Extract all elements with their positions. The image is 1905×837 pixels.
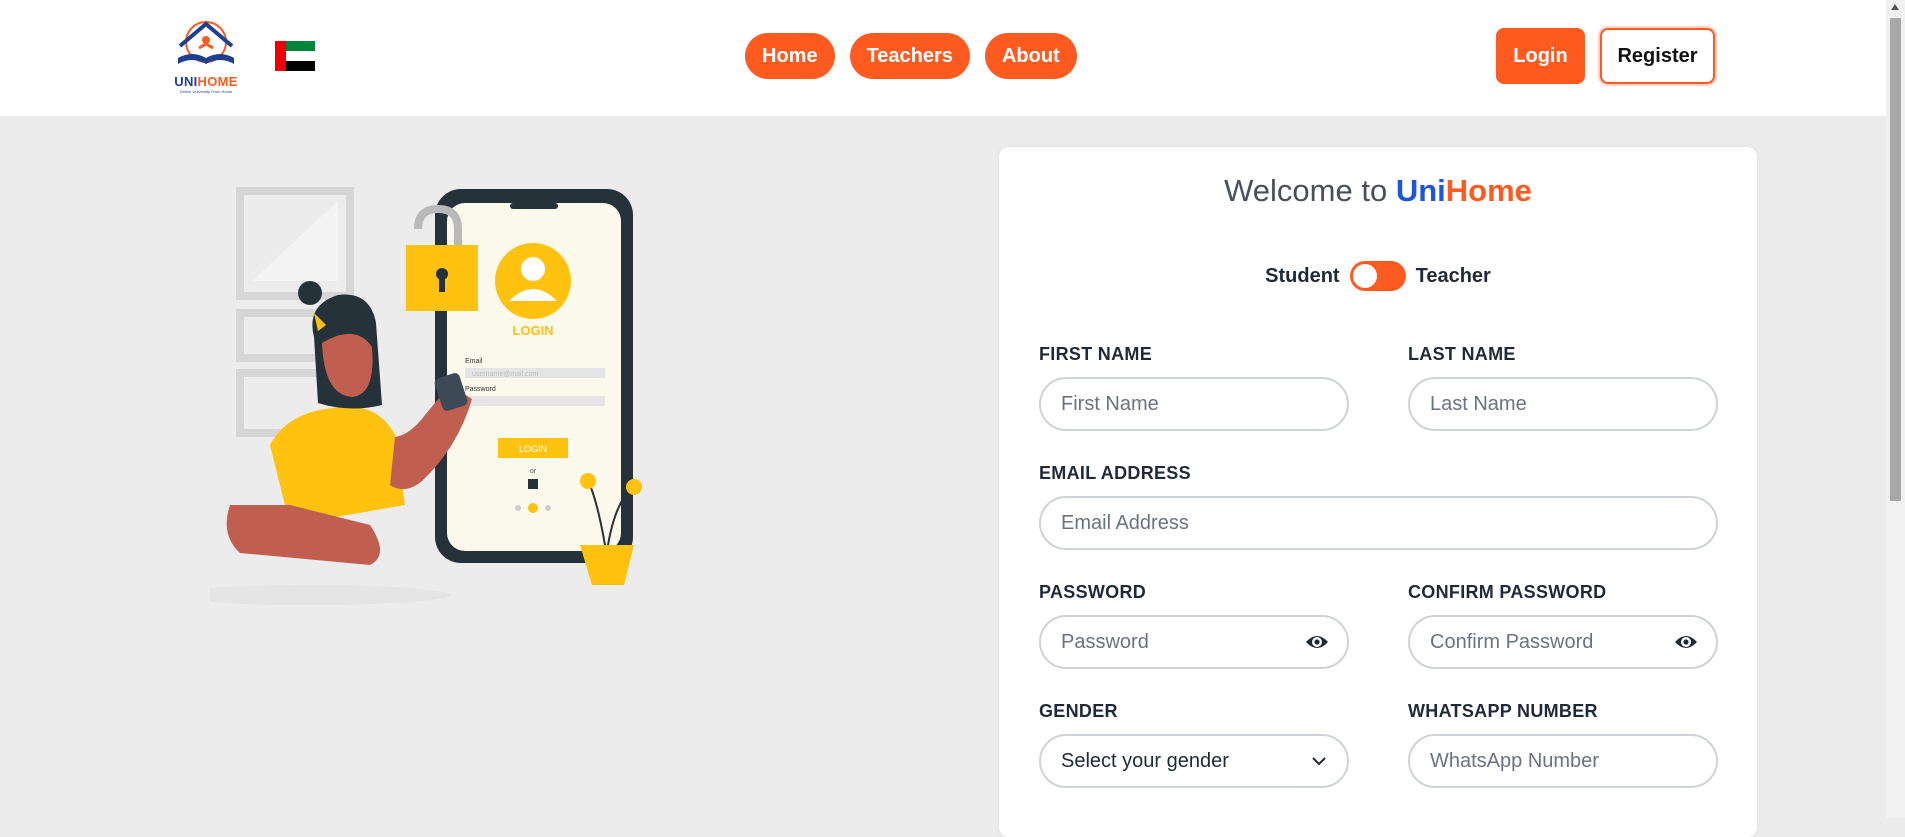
page-scrollbar[interactable] xyxy=(1886,0,1905,818)
role-teacher-label: Teacher xyxy=(1415,264,1491,287)
nav-teachers-button[interactable]: Teachers xyxy=(849,33,970,79)
whatsapp-input[interactable]: WhatsApp Number xyxy=(1408,734,1718,788)
password-placeholder: Password xyxy=(1061,630,1149,653)
illus-password-label: Password xyxy=(465,386,496,393)
scrollbar-thumb[interactable] xyxy=(1890,18,1901,501)
illus-login-button-text: LOGIN xyxy=(519,444,547,454)
last-name-input[interactable]: Last Name xyxy=(1408,377,1718,431)
illus-login-text: LOGIN xyxy=(512,323,553,338)
scroll-up-arrow-icon[interactable] xyxy=(1891,4,1899,10)
login-illustration: LOGIN Email username@mail.com Password L… xyxy=(170,185,650,605)
email-label: EMAIL ADDRESS xyxy=(1039,463,1191,483)
toggle-knob xyxy=(1352,264,1377,288)
gender-label: GENDER xyxy=(1039,701,1118,721)
role-student-label: Student xyxy=(1265,264,1340,287)
first-name-label: FIRST NAME xyxy=(1039,344,1152,364)
main-nav: Home Teachers About xyxy=(745,33,1077,79)
show-password-eye-icon[interactable] xyxy=(1305,632,1329,652)
email-input[interactable]: Email Address xyxy=(1039,496,1718,550)
password-input[interactable]: Password xyxy=(1039,615,1349,669)
logo-house-icon xyxy=(178,21,234,64)
registration-card: Welcome to UniHome Student Teacher FIRST… xyxy=(999,147,1757,837)
role-toggle-switch[interactable] xyxy=(1349,261,1406,291)
unihome-logo[interactable]: UNIHOME Online University From Home xyxy=(170,18,242,94)
welcome-heading: Welcome to UniHome xyxy=(1224,173,1532,208)
illus-email-hint: username@mail.com xyxy=(472,371,538,378)
role-toggle-row: Student Teacher xyxy=(999,261,1757,291)
nav-home-button[interactable]: Home xyxy=(745,33,835,79)
gender-select[interactable]: Select your gender xyxy=(1039,734,1349,788)
logo-tagline: Online University From Home xyxy=(179,89,233,94)
login-button[interactable]: Login xyxy=(1496,28,1585,84)
confirm-password-input[interactable]: Confirm Password xyxy=(1408,615,1718,669)
first-name-input[interactable]: First Name xyxy=(1039,377,1349,431)
gender-selected-value: Select your gender xyxy=(1061,749,1229,772)
password-label: PASSWORD xyxy=(1039,582,1147,602)
show-confirm-password-eye-icon[interactable] xyxy=(1674,632,1698,652)
chevron-down-icon xyxy=(1312,757,1326,766)
logo-wordmark: UNIHOME xyxy=(174,74,238,89)
illus-email-label: Email xyxy=(465,358,483,365)
nav-about-button[interactable]: About xyxy=(984,33,1077,79)
last-name-label: LAST NAME xyxy=(1408,344,1516,364)
top-header: UNIHOME Online University From Home Home… xyxy=(0,0,1886,116)
register-button[interactable]: Register xyxy=(1600,28,1715,84)
illus-or-text: or xyxy=(530,468,537,475)
confirm-password-placeholder: Confirm Password xyxy=(1430,630,1594,653)
whatsapp-label: WHATSAPP NUMBER xyxy=(1408,701,1598,721)
confirm-password-label: CONFIRM PASSWORD xyxy=(1408,582,1607,602)
uae-flag-icon[interactable] xyxy=(275,41,315,71)
